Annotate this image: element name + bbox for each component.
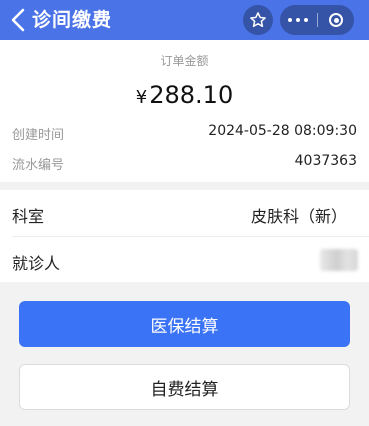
back-button[interactable] [10,7,34,33]
favorite-button[interactable] [243,5,273,35]
insurance-settlement-button[interactable]: 医保结算 [19,301,350,347]
serial-number-label: 流水编号 [12,158,65,173]
target-close-icon [329,13,343,27]
patient-label: 就诊人 [12,254,61,273]
department-value: 皮肤科（新） [250,207,347,226]
divider [12,236,369,237]
app-header: 诊间缴费 [0,0,369,40]
created-time-value: 2024-05-28 08:09:30 [208,123,357,139]
chevron-left-icon [11,8,25,32]
close-button[interactable] [318,5,354,35]
order-amount-label: 订单金额 [160,54,209,68]
page-title: 诊间缴费 [32,9,113,31]
more-button[interactable] [280,5,316,35]
patient-name-redacted [320,249,358,271]
mini-program-capsule [280,5,354,35]
order-summary-card: 订单金额 ¥288.10 创建时间 2024-05-28 08:09:30 流水… [0,40,369,182]
visit-info-card: 科室 皮肤科（新） 就诊人 [0,190,369,282]
amount-value: 288.10 [149,81,234,109]
created-time-label: 创建时间 [12,128,65,143]
currency-symbol: ¥ [135,87,148,108]
department-label: 科室 [12,207,45,226]
serial-number-value: 4037363 [294,153,357,169]
star-icon [250,12,266,28]
order-amount: ¥288.10 [0,81,369,109]
self-pay-settlement-button[interactable]: 自费结算 [19,364,350,410]
more-dots-icon [288,18,292,22]
